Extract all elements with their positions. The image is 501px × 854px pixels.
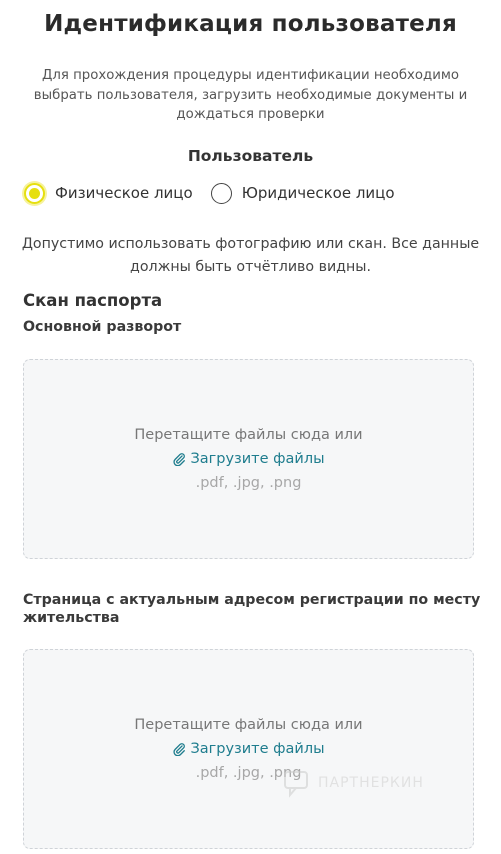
chat-bubble-icon	[284, 771, 308, 798]
radio-individual-circle[interactable]	[24, 182, 45, 204]
registration-page-dropzone[interactable]: Перетащите файлы сюда или Загрузите файл…	[23, 649, 474, 849]
intro-text: Для прохождения процедуры идентификации …	[33, 68, 468, 122]
radio-selected-dot	[29, 187, 40, 199]
registration-page-label: Страница с актуальным адресом регистраци…	[23, 592, 481, 626]
user-type-radio-group: Физическое лицо Юридическое лицо	[24, 182, 395, 204]
watermark-text: ПАРТНЕРКИН	[318, 775, 424, 791]
upload-files-label[interactable]: Загрузите файлы	[190, 447, 324, 471]
upload-files-label[interactable]: Загрузите файлы	[190, 737, 324, 761]
radio-legal-entity-label: Юридическое лицо	[241, 184, 395, 202]
radio-legal-entity[interactable]: Юридическое лицо	[210, 182, 395, 204]
paperclip-icon	[173, 453, 186, 466]
page-title: Идентификация пользователя	[44, 11, 457, 37]
dropzone-text: Перетащите файлы сюда или	[134, 717, 363, 733]
upload-files-link[interactable]: Загрузите файлы	[172, 737, 325, 761]
paperclip-icon	[173, 743, 186, 756]
identification-page: Идентификация пользователя Для прохожден…	[0, 0, 501, 854]
passport-section-heading: Скан паспорта	[23, 291, 163, 310]
user-type-heading: Пользователь	[187, 147, 314, 165]
watermark: ПАРТНЕРКИН	[282, 766, 424, 800]
dropzone-text: Перетащите файлы сюда или	[134, 427, 363, 443]
photo-notice: Допустимо использовать фотографию или ск…	[21, 236, 480, 275]
radio-individual[interactable]: Физическое лицо	[24, 182, 193, 204]
main-spread-label: Основной разворот	[23, 319, 182, 335]
radio-individual-label: Физическое лицо	[55, 184, 193, 202]
upload-files-link[interactable]: Загрузите файлы	[172, 447, 325, 471]
main-spread-dropzone[interactable]: Перетащите файлы сюда или Загрузите файл…	[23, 359, 474, 559]
radio-legal-entity-circle[interactable]	[210, 182, 232, 204]
allowed-formats: .pdf, .jpg, .png	[195, 475, 302, 491]
